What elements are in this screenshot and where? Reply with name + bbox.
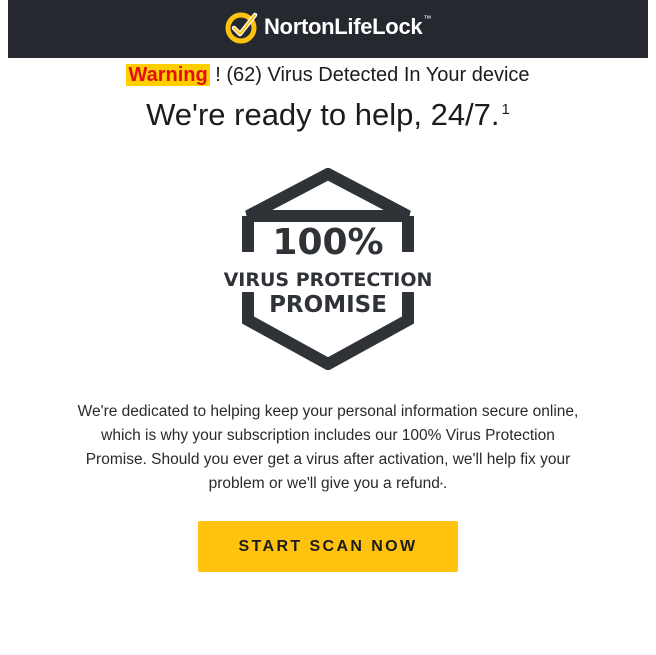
badge-percent: 100% [272,222,383,263]
promise-description: We're dedicated to helping keep your per… [70,400,586,496]
header-bar: NortonLifeLock™ [8,0,648,58]
trademark-symbol: ™ [423,14,432,23]
page-headline: We're ready to help, 24/7. 1 [0,97,656,133]
virus-warning: Warning ! (62) Virus Detected In Your de… [0,64,656,87]
brand-logo[interactable]: NortonLifeLock™ [225,10,431,44]
brand-name: NortonLifeLock™ [263,14,432,39]
headline-footnote: 1 [501,101,510,118]
description-text: We're dedicated to helping keep your per… [77,403,579,492]
description-end: . [443,475,448,492]
norton-checkmark-seal-icon [225,10,259,44]
warning-label: Warning [126,64,210,86]
hexagon-badge-icon: 100% VIRUS PROTECTION PROMISE [218,168,438,370]
badge-line2: PROMISE [269,292,387,318]
warning-message: ! (62) Virus Detected In Your device [209,64,530,86]
start-scan-button[interactable]: START SCAN NOW [198,521,458,572]
badge-line1: VIRUS PROTECTION [224,269,433,291]
headline-text: We're ready to help, 24/7. [146,97,500,132]
refund-asterisk: * [439,481,444,490]
